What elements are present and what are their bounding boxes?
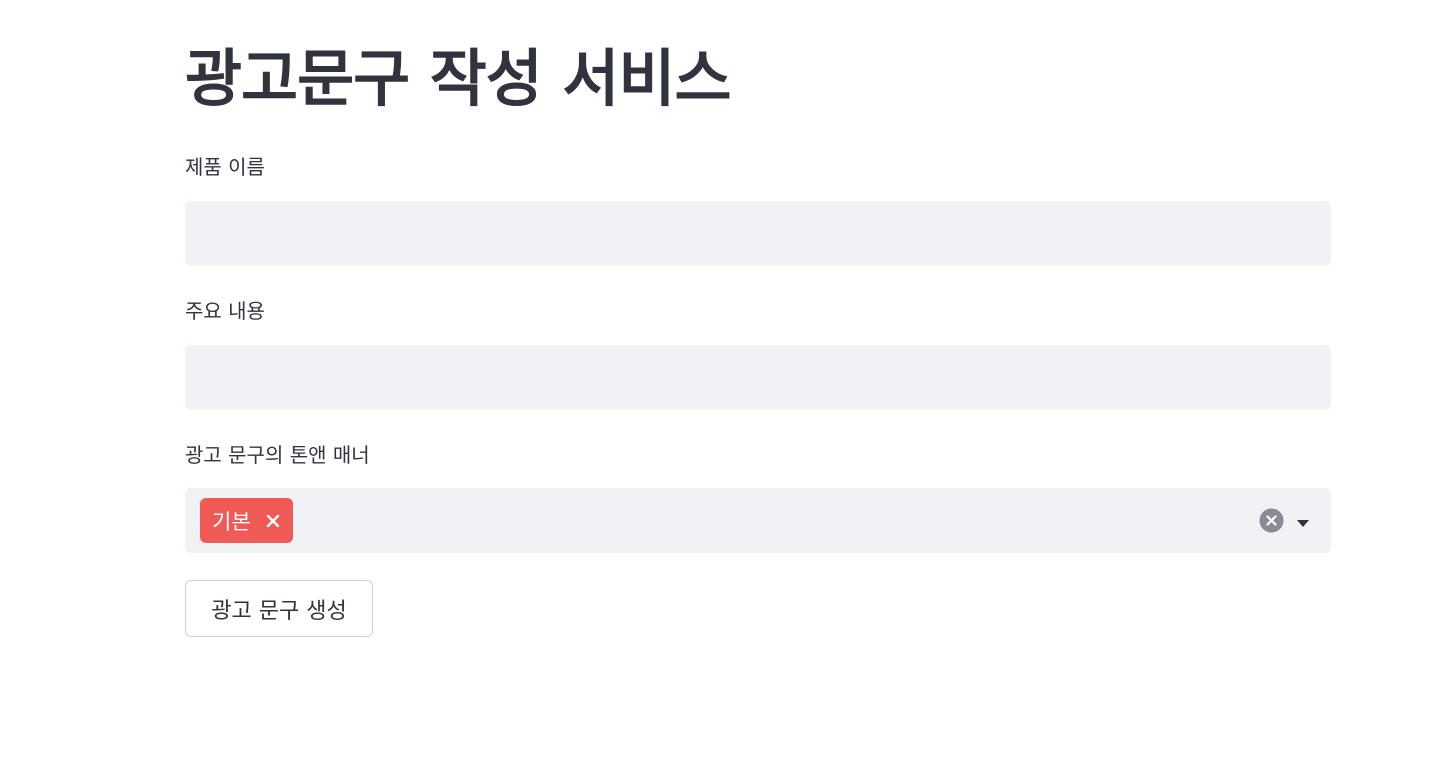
app-page: 광고문구 작성 서비스 제품 이름 주요 내용 광고 문구의 톤앤 매너 기본 [0,0,1432,758]
generate-ad-copy-button[interactable]: 광고 문구 생성 [185,580,373,637]
product-name-input[interactable] [185,201,1331,266]
page-title: 광고문구 작성 서비스 [185,42,732,115]
clear-circle-x-icon[interactable] [1259,508,1284,533]
tag-remove-icon[interactable] [265,513,281,529]
tone-manner-label: 광고 문구의 톤앤 매너 [185,443,370,467]
main-content: 광고문구 작성 서비스 제품 이름 주요 내용 광고 문구의 톤앤 매너 기본 [185,0,1331,637]
main-content-input[interactable] [185,345,1331,410]
selected-tag: 기본 [200,498,293,543]
main-content-label: 주요 내용 [185,299,265,323]
caret-down-icon[interactable] [1295,514,1311,527]
tone-manner-multiselect[interactable]: 기본 [185,488,1331,553]
product-name-label: 제품 이름 [185,155,265,179]
selected-tag-label: 기본 [212,509,251,534]
